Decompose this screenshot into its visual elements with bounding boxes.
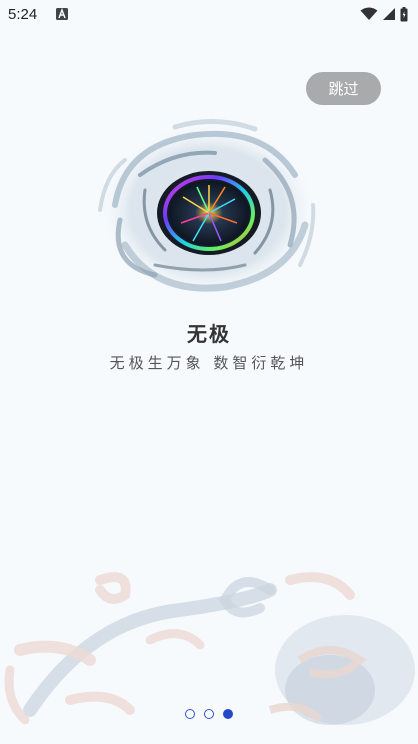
status-icons xyxy=(360,6,408,22)
page-dot-1[interactable] xyxy=(185,709,195,719)
battery-icon xyxy=(400,6,408,21)
wifi-icon xyxy=(360,7,378,20)
swirl-eye-logo-icon xyxy=(98,119,318,298)
status-bar: 5:24 xyxy=(0,0,418,30)
page-dot-2[interactable] xyxy=(204,709,214,719)
accessibility-a-icon xyxy=(56,8,68,20)
page-dot-3-active[interactable] xyxy=(223,709,233,719)
app-slogan: 无极生万象 数智衍乾坤 xyxy=(109,354,309,372)
page-indicator xyxy=(0,709,418,719)
app-title: 无极 xyxy=(187,322,231,346)
signal-icon xyxy=(383,8,395,20)
splash-screen: 5:24 跳过 无极 无极生万象 数智衍乾坤 xyxy=(0,0,418,744)
skip-button[interactable]: 跳过 xyxy=(306,72,381,105)
status-time: 5:24 xyxy=(8,6,38,23)
